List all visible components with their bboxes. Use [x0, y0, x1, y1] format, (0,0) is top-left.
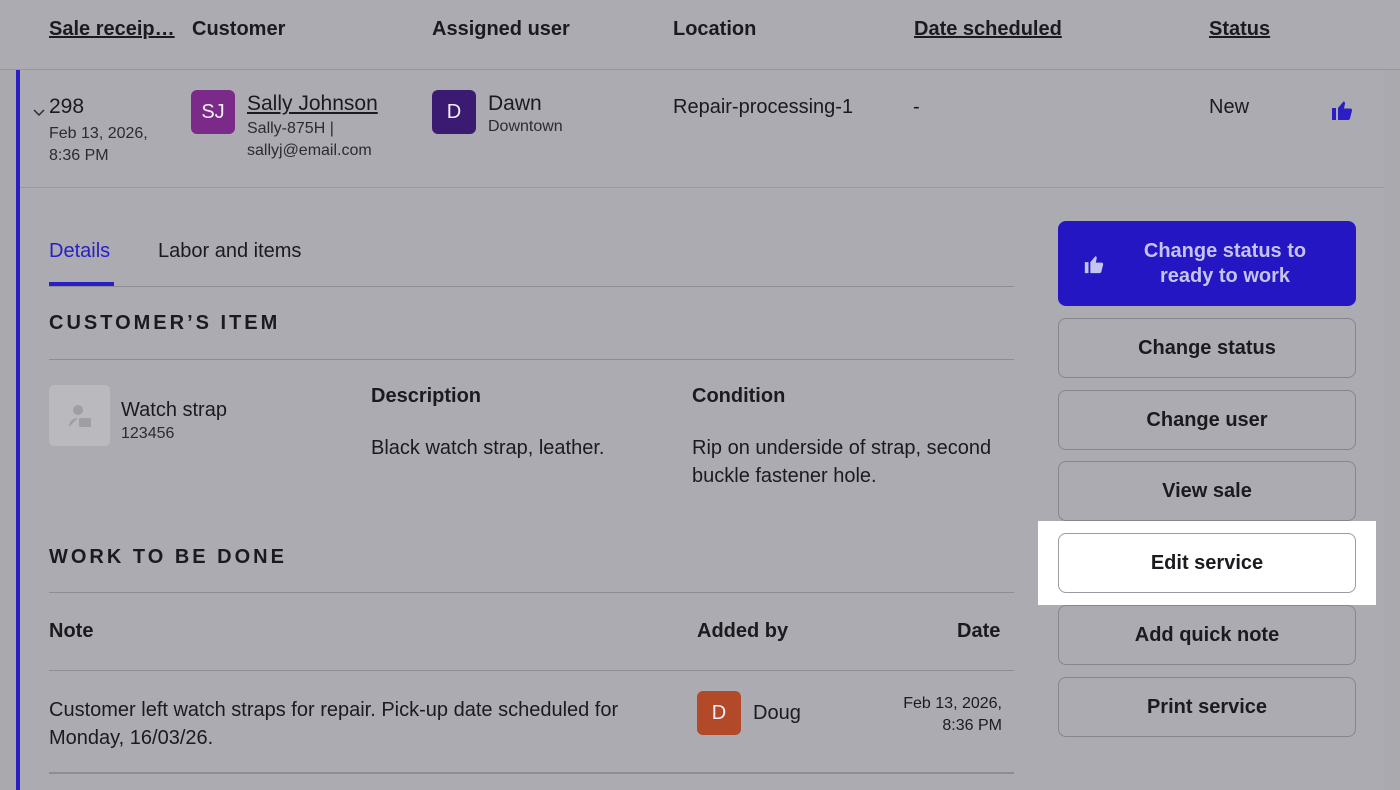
note-date: Feb 13, 2026, 8:36 PM — [903, 695, 1002, 734]
item-name: Watch strap — [121, 399, 227, 421]
description-text: Black watch strap, leather. — [371, 437, 605, 459]
assigned-user-location: Downtown — [488, 118, 563, 135]
change-user-button[interactable]: Change user — [1058, 390, 1356, 450]
description-label: Description — [371, 385, 482, 407]
customer-details: Sally-875H | sallyj@email.com — [247, 120, 372, 159]
divider — [49, 670, 1014, 671]
location-value: Repair-processing-1 — [673, 96, 854, 118]
column-header-note: Note — [49, 620, 94, 642]
note-text: Customer left watch straps for repair. P… — [49, 699, 619, 749]
thumbs-up-icon — [1083, 253, 1105, 275]
section-title-work-to-be-done: WORK TO BE DONE — [49, 546, 287, 568]
section-title-customers-item: CUSTOMER’S ITEM — [49, 312, 281, 334]
column-header-status[interactable]: Status — [1209, 18, 1270, 41]
condition-text: Rip on underside of strap, second buckle… — [692, 437, 992, 487]
status-value: New — [1209, 96, 1250, 118]
chevron-down-icon[interactable] — [33, 104, 45, 120]
change-status-ready-to-work-button[interactable]: Change status to ready to work — [1058, 221, 1356, 306]
change-status-button[interactable]: Change status — [1058, 318, 1356, 378]
divider — [49, 592, 1014, 593]
column-header-location: Location — [673, 18, 757, 40]
view-sale-button[interactable]: View sale — [1058, 461, 1356, 521]
column-header-date-scheduled[interactable]: Date scheduled — [914, 18, 1062, 41]
date-scheduled-value: - — [913, 96, 920, 118]
added-by-avatar: D — [697, 691, 741, 735]
table-header: Sale receip… Customer Assigned user Loca… — [0, 0, 1400, 70]
tab-labor-and-items[interactable]: Labor and items — [158, 240, 301, 263]
print-service-button[interactable]: Print service — [1058, 677, 1356, 737]
thumbs-up-icon — [1330, 98, 1354, 122]
item-placeholder-icon — [49, 385, 110, 446]
divider — [49, 772, 1014, 774]
column-header-sale-receipt[interactable]: Sale receip… — [49, 18, 175, 41]
primary-button-label: Change status to ready to work — [1143, 239, 1307, 287]
divider — [49, 359, 1014, 360]
added-by-name: Doug — [753, 702, 801, 724]
receipt-number: 298 — [49, 95, 85, 118]
divider — [49, 286, 1014, 287]
add-quick-note-button[interactable]: Add quick note — [1058, 605, 1356, 665]
edit-service-button[interactable]: Edit service — [1058, 533, 1356, 593]
item-sku: 123456 — [121, 425, 175, 442]
receipt-datetime: Feb 13, 2026, 8:36 PM — [49, 125, 148, 164]
column-header-date: Date — [957, 620, 1001, 642]
column-header-assigned-user: Assigned user — [432, 18, 570, 40]
assigned-user-name: Dawn — [488, 92, 542, 115]
tab-details[interactable]: Details — [49, 240, 110, 263]
column-header-added-by: Added by — [697, 620, 789, 642]
customer-name-link[interactable]: Sally Johnson — [247, 92, 378, 116]
customer-avatar: SJ — [191, 90, 235, 134]
condition-label: Condition — [692, 385, 786, 407]
column-header-customer: Customer — [192, 18, 286, 40]
assigned-user-avatar: D — [432, 90, 476, 134]
